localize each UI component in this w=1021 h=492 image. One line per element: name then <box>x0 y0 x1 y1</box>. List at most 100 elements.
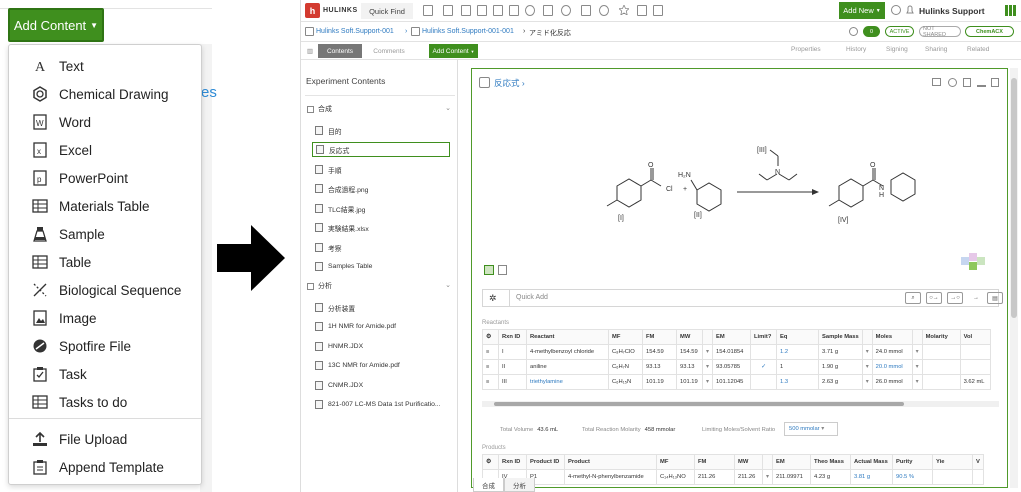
toolbar-icon[interactable] <box>637 5 647 16</box>
menu-item-sample[interactable]: Sample <box>9 220 201 248</box>
table-cell[interactable]: 20.0 mmol <box>871 359 913 375</box>
toolbar-icon[interactable] <box>509 5 519 16</box>
column-header[interactable]: FM <box>642 329 677 345</box>
column-header[interactable]: Actual Mass <box>850 454 893 470</box>
table-cell[interactable]: 211.26 <box>694 469 735 485</box>
quick-add-input[interactable]: Quick Add <box>509 290 899 306</box>
sidebar-item[interactable]: 13C NMR for Amide.pdf <box>315 358 453 373</box>
table-cell[interactable]: 3.81 g <box>850 469 893 485</box>
signing-button[interactable]: Signing <box>886 46 908 53</box>
sidebar-item[interactable]: 手順 <box>315 162 453 177</box>
table-cell[interactable]: 93.13 <box>676 359 703 375</box>
column-header[interactable]: Eq <box>776 329 819 345</box>
add-reactant-button[interactable]: ○→ <box>926 292 942 304</box>
table-cell[interactable] <box>750 344 777 360</box>
table-cell[interactable]: C₈H₇ClO <box>608 344 643 360</box>
table-cell[interactable]: 101.19 <box>676 374 703 390</box>
chevron-down-icon[interactable]: ▾ <box>762 469 773 485</box>
tab-analysis[interactable]: 分析 <box>504 478 535 492</box>
check-icon[interactable]: ✓ <box>750 359 777 375</box>
toolbar-icon[interactable] <box>653 5 663 16</box>
menu-item-chemical-drawing[interactable]: Chemical Drawing <box>9 80 201 108</box>
toolbar-icon[interactable] <box>461 5 471 16</box>
table-cell[interactable]: C₁₄H₁₃NO <box>656 469 695 485</box>
table-cell[interactable] <box>921 344 961 360</box>
chemacx-button[interactable]: ChemACX <box>965 26 1014 37</box>
chevron-down-icon[interactable]: ▾ <box>911 344 923 360</box>
sidebar-item[interactable]: 考察 <box>315 240 453 255</box>
column-header[interactable]: Product ID <box>526 454 565 470</box>
toolbar-icon[interactable] <box>581 5 591 16</box>
drag-handle-icon[interactable]: ≡ <box>482 374 499 390</box>
sharing-badge[interactable]: NOT SHARED <box>919 26 961 38</box>
toolbar-icon[interactable] <box>599 5 609 16</box>
apps-grid-icon[interactable] <box>1005 5 1016 16</box>
toolbar-icon[interactable] <box>543 5 553 16</box>
table-cell[interactable]: 211.09971 <box>772 469 811 485</box>
sidebar-item[interactable]: 実験結果.xlsx <box>315 220 453 235</box>
table-cell[interactable] <box>750 374 777 390</box>
chevron-down-icon[interactable]: ▾ <box>702 374 713 390</box>
table-cell[interactable]: 24.0 mmol <box>871 344 913 360</box>
table-row[interactable]: ≡ I 4-methylbenzoyl chloride C₈H₇ClO 154… <box>482 344 991 360</box>
column-header[interactable]: Rxn ID <box>498 454 527 470</box>
table-cell[interactable]: 1.2 <box>776 344 819 360</box>
vertical-scrollbar[interactable] <box>1010 68 1018 488</box>
menu-item-word[interactable]: W Word <box>9 108 201 136</box>
sidebar-item[interactable]: 分析装置 <box>315 300 453 315</box>
toolbar-icon[interactable] <box>525 5 535 16</box>
menu-item-biological-sequence[interactable]: Biological Sequence <box>9 276 201 304</box>
add-reagent-button[interactable]: →○ <box>947 292 963 304</box>
drag-handle-icon[interactable]: ≡ <box>482 359 499 375</box>
column-header[interactable]: Sample Mass <box>818 329 863 345</box>
table-cell[interactable]: 3.62 mL <box>959 374 991 390</box>
settings-icon[interactable] <box>948 78 957 87</box>
quick-find-button[interactable]: Quick Find <box>361 3 413 19</box>
chevron-down-icon[interactable]: ▾ <box>911 359 923 375</box>
menu-item-append-template[interactable]: Append Template <box>9 453 201 481</box>
table-cell[interactable]: 93.13 <box>642 359 677 375</box>
menu-item-table[interactable]: Table <box>9 248 201 276</box>
table-cell[interactable] <box>959 344 991 360</box>
sidebar-item[interactable]: 1H NMR for Amide.pdf <box>315 319 453 334</box>
chevron-down-icon[interactable]: ▾ <box>911 374 923 390</box>
column-header[interactable]: MF <box>656 454 695 470</box>
column-header[interactable]: FM <box>694 454 735 470</box>
table-cell[interactable]: 3.71 g <box>818 344 863 360</box>
sidebar-item-selected[interactable]: 反応式 <box>312 142 450 157</box>
download-icon[interactable] <box>977 78 986 87</box>
toolbar-icon[interactable] <box>561 5 571 16</box>
table-cell[interactable]: 154.59 <box>642 344 677 360</box>
add-content-button[interactable]: Add Content ▼ <box>8 8 104 42</box>
menu-item-spotfire[interactable]: Spotfire File <box>9 332 201 360</box>
star-icon[interactable] <box>619 5 629 16</box>
column-header[interactable]: Moles <box>871 329 913 345</box>
table-cell[interactable]: I <box>498 344 527 360</box>
column-header[interactable]: Yie <box>932 454 973 470</box>
table-view-icon[interactable] <box>932 78 941 86</box>
toolbar-icon[interactable] <box>477 5 487 16</box>
trash-icon[interactable] <box>991 78 999 87</box>
menu-item-task[interactable]: Task <box>9 360 201 388</box>
breadcrumb-experiment[interactable]: Hulinks Soft.Support-001-001 <box>422 28 514 35</box>
table-cell[interactable]: 1.90 g <box>818 359 863 375</box>
limiting-ratio-select[interactable]: 500 mmolar ▾ <box>784 422 838 436</box>
table-cell[interactable]: 1 <box>776 359 819 375</box>
table-row[interactable]: ≡ II aniline C₆H₇N 93.13 93.13 ▾ 93.0578… <box>482 359 991 375</box>
column-header[interactable]: MW <box>734 454 763 470</box>
table-cell[interactable]: 4.23 g <box>810 469 851 485</box>
sidebar-item[interactable]: 821-007 LC-MS Data 1st Purificatio... <box>315 397 453 412</box>
table-cell[interactable]: 90.5 % <box>892 469 933 485</box>
table-cell[interactable]: 26.0 mmol <box>871 374 913 390</box>
help-icon[interactable] <box>891 5 901 16</box>
horizontal-scrollbar[interactable] <box>482 401 999 407</box>
history-button[interactable]: History <box>846 46 866 53</box>
menu-item-tasks-todo[interactable]: Tasks to do <box>9 388 201 416</box>
table-cell[interactable] <box>921 374 961 390</box>
table-cell[interactable]: aniline <box>526 359 609 375</box>
table-settings-icon[interactable]: ▤ <box>987 292 1003 304</box>
column-header[interactable]: Limit? <box>750 329 777 345</box>
menu-item-materials-table[interactable]: Materials Table <box>9 192 201 220</box>
table-cell[interactable]: triethylamine <box>526 374 609 390</box>
menu-item-file-upload[interactable]: File Upload <box>9 425 201 453</box>
